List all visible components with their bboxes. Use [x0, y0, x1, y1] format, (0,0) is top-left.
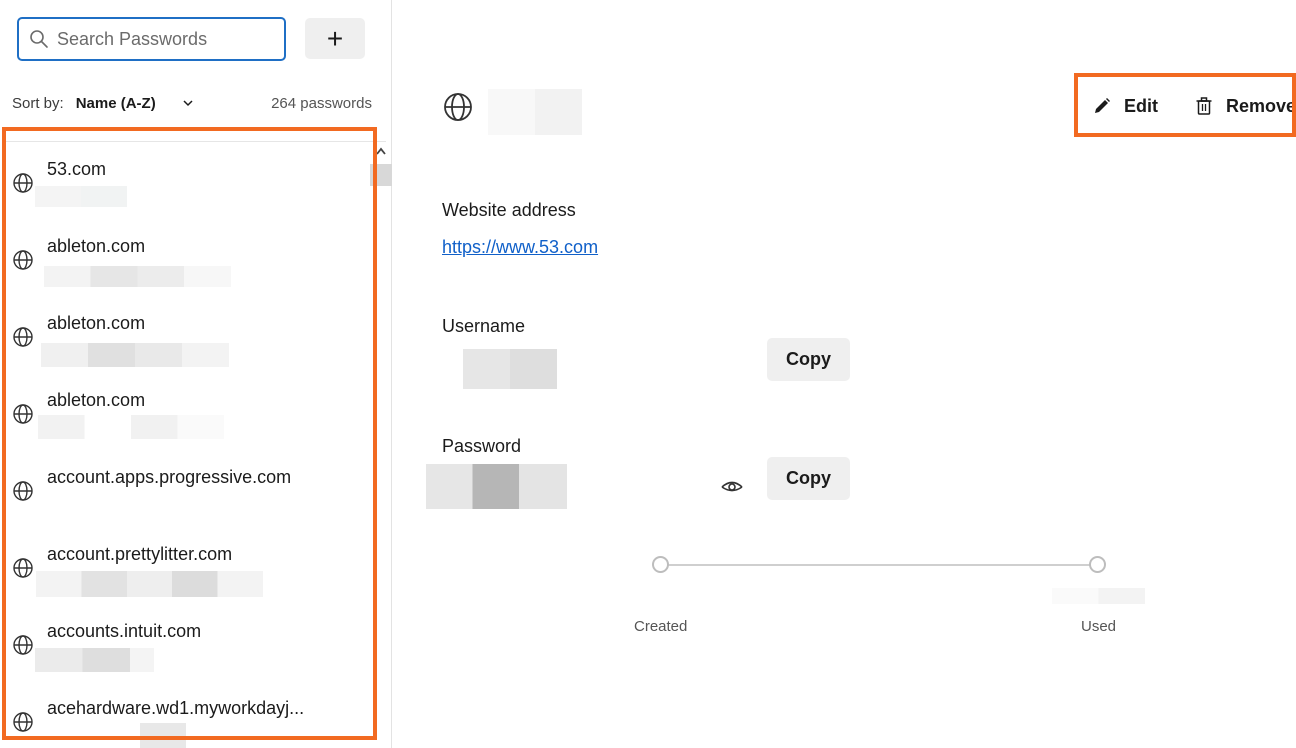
website-address-label: Website address: [442, 200, 576, 220]
trash-icon: [1196, 97, 1212, 115]
copy-password-button[interactable]: Copy: [767, 457, 850, 500]
globe-icon: [444, 93, 472, 121]
remove-button[interactable]: Remove: [1194, 91, 1296, 121]
timeline-created-dot: [652, 556, 669, 573]
globe-icon: [13, 404, 33, 424]
search-input[interactable]: [57, 28, 277, 50]
list-item-site: account.prettylitter.com: [47, 544, 233, 564]
username-label: Username: [442, 316, 526, 336]
list-item-site: ableton.com: [47, 313, 146, 333]
list-item-site: 53.com: [47, 159, 107, 179]
list-item[interactable]: ableton.com: [0, 296, 370, 373]
globe-icon: [13, 250, 33, 270]
search-icon: [30, 30, 48, 48]
scroll-thumb[interactable]: [370, 164, 392, 186]
list-item-site: accounts.intuit.com: [47, 621, 202, 641]
list-item-site: account.apps.progressive.com: [47, 467, 292, 487]
list-item-site: ableton.com: [47, 390, 146, 410]
search-box[interactable]: [17, 17, 286, 61]
edit-label: Edit: [1124, 95, 1158, 116]
list-item[interactable]: account.apps.progressive.com: [0, 450, 370, 527]
redacted-username: [35, 648, 154, 672]
password-list: 53.com ableton.com ableton.com ableton.c…: [0, 142, 370, 748]
sort-dropdown[interactable]: Name (A-Z): [76, 95, 156, 112]
password-detail-pane: Edit Remove Website address https://www.…: [392, 0, 1296, 748]
redacted-password: [426, 464, 567, 509]
list-item[interactable]: ableton.com: [0, 373, 370, 450]
redacted-username: [463, 349, 557, 389]
globe-icon: [13, 173, 33, 193]
redacted-username: [41, 343, 229, 367]
copy-username-button[interactable]: Copy: [767, 338, 850, 381]
list-item-site: acehardware.wd1.myworkdayj...: [47, 698, 305, 718]
edit-button[interactable]: Edit: [1092, 91, 1158, 121]
timeline-created-label: Created: [634, 618, 688, 635]
redacted-username: [140, 723, 186, 748]
list-item[interactable]: account.prettylitter.com: [0, 527, 370, 604]
list-item[interactable]: ableton.com: [0, 219, 370, 296]
password-list-pane: + Sort by: Name (A-Z) 264 passwords 53.c…: [0, 0, 392, 748]
list-item[interactable]: 53.com: [0, 142, 370, 219]
redacted-site-title: [488, 89, 582, 135]
list-scrollbar[interactable]: [370, 142, 392, 748]
list-item-site: ableton.com: [47, 236, 146, 256]
globe-icon: [13, 558, 33, 578]
add-password-button[interactable]: +: [305, 18, 365, 59]
scroll-up-arrow-icon[interactable]: [375, 146, 387, 156]
globe-icon: [13, 635, 33, 655]
password-count: 264 passwords: [271, 94, 372, 112]
list-item[interactable]: acehardware.wd1.myworkdayj...: [0, 681, 370, 748]
redacted-username: [44, 266, 231, 287]
password-label: Password: [442, 436, 522, 456]
detail-actions: Edit Remove: [1074, 73, 1296, 137]
remove-label: Remove: [1226, 95, 1296, 116]
eye-icon[interactable]: [720, 476, 744, 496]
chevron-down-icon[interactable]: [182, 97, 194, 109]
globe-icon: [13, 712, 33, 732]
timeline-line: [668, 564, 1098, 566]
redacted-username: [35, 186, 127, 207]
timeline-used-label: Used: [1081, 618, 1117, 635]
sort-row: Sort by: Name (A-Z) 264 passwords: [12, 92, 372, 114]
redacted-used-date: [1052, 588, 1145, 604]
pencil-icon: [1095, 98, 1110, 113]
globe-icon: [13, 327, 33, 347]
redacted-username: [36, 571, 263, 597]
timeline-used-dot: [1089, 556, 1106, 573]
sort-label: Sort by:: [12, 94, 64, 112]
globe-icon: [13, 481, 33, 501]
website-link[interactable]: https://www.53.com: [442, 237, 598, 258]
redacted-username: [38, 415, 224, 439]
list-item[interactable]: accounts.intuit.com: [0, 604, 370, 681]
